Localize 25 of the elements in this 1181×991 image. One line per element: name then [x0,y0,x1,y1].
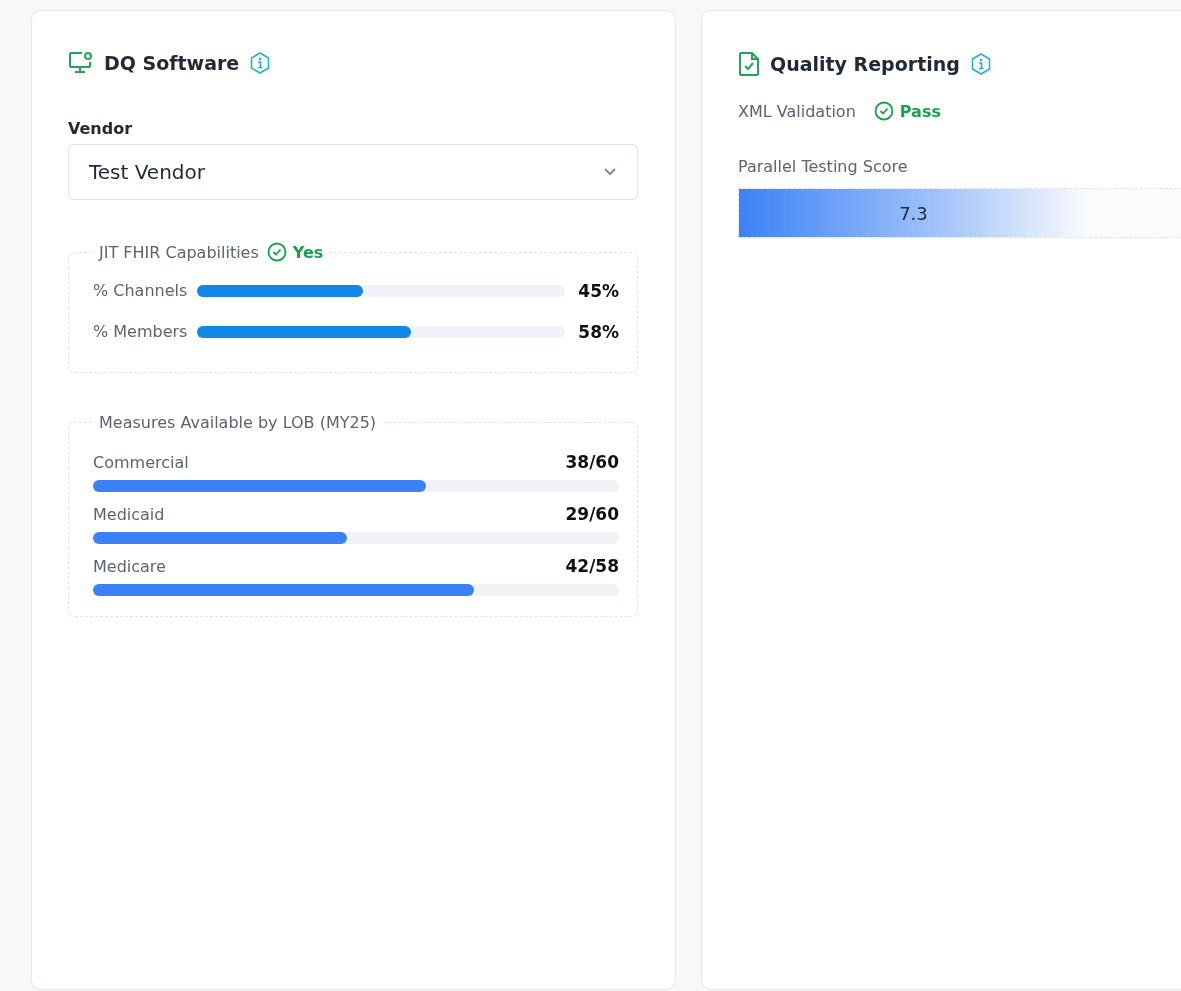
document-check-icon [738,51,760,77]
vendor-dropdown[interactable]: Test Vendor [68,144,638,200]
lob-label: Commercial [93,452,189,472]
metric-value: 45% [577,280,619,301]
score-value: 7.3 [899,202,928,224]
measure-count: 42/58 [565,556,619,576]
validation-label: XML Validation [738,101,856,121]
metric-value: 58% [577,321,619,342]
card-title: Quality Reporting [770,53,960,75]
status-text: Yes [292,242,324,262]
card-title: DQ Software [104,52,240,74]
lob-label: Medicare [93,556,166,576]
chevron-down-icon [603,167,617,177]
measure-count: 29/60 [565,504,619,524]
score-label: Parallel Testing Score [738,157,908,176]
info-icon[interactable] [249,51,272,75]
info-icon[interactable] [969,52,992,76]
metric-label: % Channels [93,281,188,300]
panel-title: JIT FHIR Capabilities [99,242,259,262]
measure-count: 38/60 [565,452,619,472]
status-text: Pass [899,101,941,121]
lob-label: Medicaid [93,504,165,524]
field-label: Vendor [68,119,133,138]
panel-title: Measures Available by LOB (MY25) [99,413,377,432]
metric-label: % Members [93,322,188,341]
